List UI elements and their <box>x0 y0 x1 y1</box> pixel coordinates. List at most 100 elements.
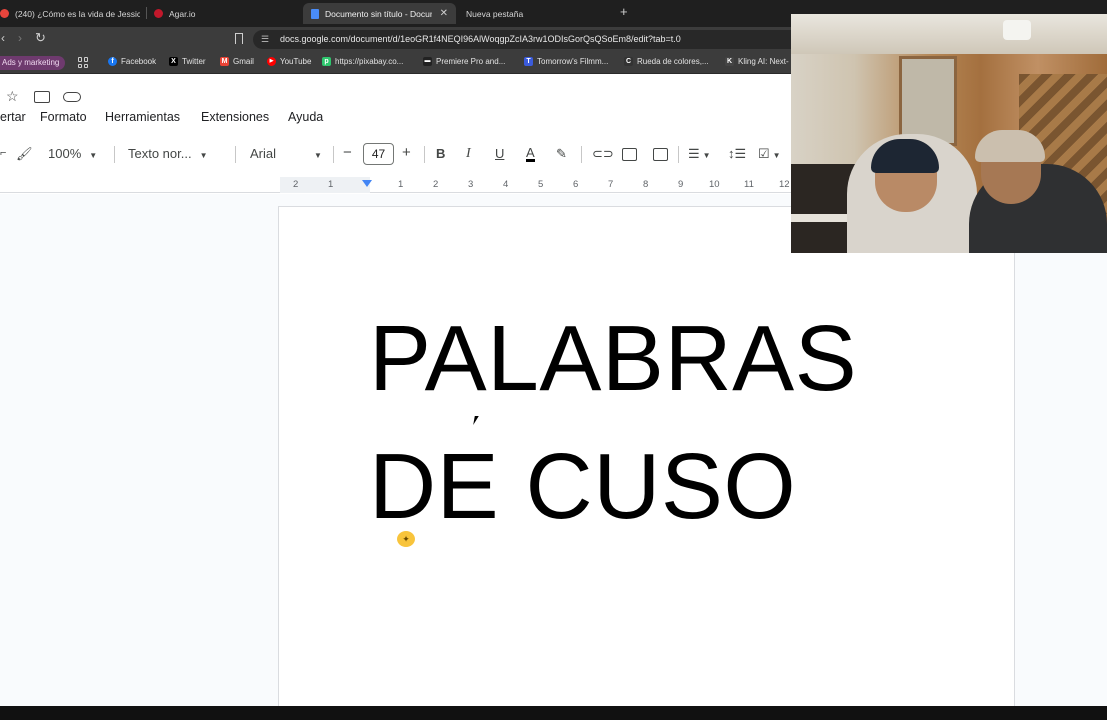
document-text-line-1[interactable]: PALABRAS <box>369 305 857 412</box>
bookmark-folder-ads[interactable]: Ads y marketing <box>0 56 66 70</box>
paint-format-icon[interactable]: 🖌 <box>16 146 33 162</box>
font-size-input[interactable]: 47 <box>363 143 394 165</box>
url-bar[interactable]: ☰ docs.google.com/document/d/1eoGR1f4NEQ… <box>253 30 813 49</box>
facebook-icon: f <box>108 57 117 66</box>
ruler-tick: 9 <box>678 179 684 190</box>
screen: (240) ¿Cómo es la vida de Jessic Agar.io… <box>0 0 1107 720</box>
forward-arrow-icon[interactable]: › <box>18 31 22 45</box>
bookmark-kling[interactable]: K Kling AI: Next- <box>725 57 789 66</box>
underline-button[interactable]: U <box>495 146 504 161</box>
menu-extensions[interactable]: Extensiones <box>201 110 269 124</box>
bookmark-twitter[interactable]: X Twitter <box>169 57 206 66</box>
youtube-tab-icon <box>0 9 9 18</box>
bookmark-label: https://pixabay.co... <box>335 57 404 66</box>
align-icon[interactable]: ☰ ▼ <box>688 146 711 162</box>
ruler-tick: 6 <box>573 179 579 190</box>
ruler-tick: 12 <box>779 179 790 190</box>
insert-image-icon[interactable] <box>653 148 668 161</box>
document-canvas: PALABRAS DE CUSO <box>0 194 1107 720</box>
increase-font-size-icon[interactable]: + <box>402 144 411 161</box>
bookmark-icon[interactable] <box>235 33 243 44</box>
bookmark-rueda-colores[interactable]: C Rueda de colores,... <box>624 57 709 66</box>
checklist-icon[interactable]: ☑ ▼ <box>758 146 781 162</box>
document-page[interactable]: PALABRAS DE CUSO <box>278 206 1015 720</box>
bookmark-premiere[interactable]: ▬ Premiere Pro and... <box>423 57 505 66</box>
move-to-folder-icon[interactable] <box>34 91 50 103</box>
agar-tab-icon <box>154 9 163 18</box>
bottom-edge-strip <box>0 706 1107 720</box>
menu-tools[interactable]: Herramientas <box>105 110 180 124</box>
bookmark-tomorrows-filmmakers[interactable]: T Tomorrow's Filmm... <box>524 57 608 66</box>
docs-toolbar: ⌐ 🖌 100% ▼ Texto nor... ▼ Arial ▼ − 47 + B … <box>0 140 800 168</box>
ceiling-lamp <box>1003 20 1031 40</box>
back-arrow-icon[interactable]: ‹ <box>1 31 5 45</box>
adobe-color-icon: C <box>624 57 633 66</box>
premiere-icon: ▬ <box>423 57 432 66</box>
insert-link-icon[interactable]: ⊂⊃ <box>592 146 614 162</box>
apps-grid-icon[interactable] <box>78 57 89 68</box>
bookmark-label: Rueda de colores,... <box>637 57 709 66</box>
site-info-icon[interactable]: ☰ <box>261 34 269 45</box>
bookmark-label: Tomorrow's Filmm... <box>537 57 609 66</box>
ruler-tick: 8 <box>643 179 649 190</box>
chevron-down-icon: ▼ <box>702 151 711 160</box>
add-comment-icon[interactable] <box>622 148 637 161</box>
decrease-font-size-icon[interactable]: − <box>343 144 352 161</box>
ruler-tick: 1 <box>398 179 404 190</box>
chevron-down-icon: ▼ <box>199 151 208 160</box>
bold-button[interactable]: B <box>436 146 445 161</box>
italic-button[interactable]: I <box>466 146 471 162</box>
star-icon[interactable]: ☆ <box>6 88 19 105</box>
bookmark-facebook[interactable]: f Facebook <box>108 57 156 66</box>
ruler-tick: 2 <box>293 179 299 190</box>
tab-divider <box>146 7 147 19</box>
bookmark-label: Ads y marketing <box>2 58 60 67</box>
paragraph-style-select[interactable]: Texto nor... ▼ <box>128 146 208 161</box>
webcam-overlay <box>791 14 1107 253</box>
browser-tab-new[interactable]: Nueva pestaña <box>466 3 606 24</box>
filmmaker-icon: T <box>524 57 533 66</box>
gmail-icon: M <box>220 57 229 66</box>
document-text-line-2[interactable]: DE CUSO <box>369 433 796 540</box>
font-select[interactable]: Arial ▼ <box>250 146 322 161</box>
chevron-down-icon: ▼ <box>314 151 322 160</box>
bookmark-label: Gmail <box>233 57 254 66</box>
horizontal-ruler[interactable]: 2 1 1 2 3 4 5 6 7 8 9 10 11 12 <box>0 177 800 193</box>
ruler-tick: 7 <box>608 179 614 190</box>
chevron-down-icon: ▼ <box>772 151 781 160</box>
cloud-saved-icon[interactable] <box>63 92 81 102</box>
menu-format[interactable]: Formato <box>40 110 87 124</box>
indent-marker-icon[interactable] <box>362 180 372 187</box>
style-value: Texto nor... <box>128 146 192 161</box>
new-tab-plus-icon[interactable]: + <box>620 4 628 19</box>
bookmark-gmail[interactable]: M Gmail <box>220 57 254 66</box>
highlight-pen-icon[interactable]: ✎ <box>556 146 567 162</box>
menu-help[interactable]: Ayuda <box>288 110 323 124</box>
menu-insert[interactable]: ertar <box>0 110 26 124</box>
bookmark-youtube[interactable]: ▶ YouTube <box>267 57 311 66</box>
url-text: docs.google.com/document/d/1eoGR1f4NEQI9… <box>280 34 681 44</box>
browser-tab-agar[interactable]: Agar.io <box>154 3 284 24</box>
text-color-button[interactable]: A <box>526 146 535 162</box>
toolbar-divider <box>424 146 425 163</box>
ruler-tick: 10 <box>709 179 720 190</box>
reload-icon[interactable]: ↻ <box>35 30 46 46</box>
browser-tab-docs[interactable]: Documento sin título - Docum ✕ <box>303 3 456 24</box>
webcam-window <box>899 56 957 146</box>
ruler-tick: 11 <box>744 179 754 190</box>
explore-assist-icon[interactable]: ✦ <box>397 531 415 547</box>
tab-label: (240) ¿Cómo es la vida de Jessic <box>15 8 140 19</box>
bookmark-label: Twitter <box>182 57 206 66</box>
bookmark-pixabay[interactable]: p https://pixabay.co... <box>322 57 403 66</box>
browser-tab-youtube[interactable]: (240) ¿Cómo es la vida de Jessic <box>0 3 140 24</box>
font-value: Arial <box>250 146 277 161</box>
chevron-down-icon: ▼ <box>89 151 98 160</box>
tab-label: Documento sin título - Docum <box>325 8 432 19</box>
toolbar-divider <box>678 146 679 163</box>
zoom-select[interactable]: 100% ▼ <box>48 146 97 161</box>
spellcheck-icon[interactable]: ⌐ <box>0 147 6 159</box>
line-spacing-icon[interactable]: ↕☰ <box>728 146 746 162</box>
toolbar-divider <box>235 146 236 163</box>
close-tab-icon[interactable]: ✕ <box>440 8 448 19</box>
zoom-value: 100% <box>48 146 82 161</box>
